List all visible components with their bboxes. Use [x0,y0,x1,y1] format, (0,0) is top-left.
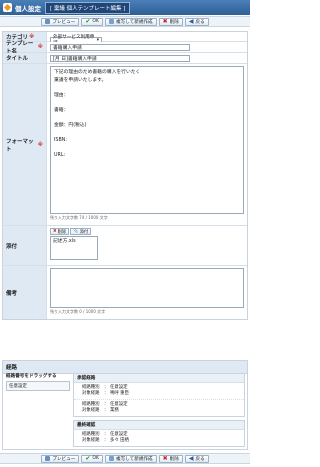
route-group-title: 承認経路 [74,374,244,383]
route-entry[interactable]: 経路種別：任意設定 対象経路：多々 田栖 [74,430,244,446]
required-mark: ※ [37,44,43,50]
remarks-textarea[interactable] [50,268,244,308]
route-group: 承認経路 経路種別：任意設定 対象経路：鳴呼 重臣 経路種別：任意設定 対象経路：業務 [73,373,245,417]
title-label: タイトル [3,53,47,63]
format-char-count: 残り入力文字数 74 / 1000 文字 [50,215,108,220]
route-draggable-item[interactable]: 任意設定 [6,381,70,391]
check-icon: ✔ [85,18,91,25]
paperclip-icon: 📎 [73,229,79,234]
format-line: ISBN: [54,137,67,143]
format-textarea[interactable]: 下記の理由のため書籍の購入を行いたく 稟議を申請いたします。 理由： 書籍： 金額：円(… [50,66,244,214]
format-line: 書籍： [54,107,69,113]
bottom-toolbar: プレビュー ✔ OK 複写して新規作成 ✖ 削除 ◀ 戻る [0,453,250,464]
settings-icon [3,3,12,12]
route-section: 経路 経路番号をドラッグする 任意設定 承認経路 経路種別：任意設定 対象経路：鳴呼… [2,360,248,450]
title-input[interactable]: [月 日]書籍購入申請 [50,55,190,62]
route-entry-value: 鳴呼 重臣 [110,391,129,396]
delete-button[interactable]: ✖ 削除 [158,17,183,26]
format-line [54,144,240,152]
format-line: 金額：円(税込) [54,122,87,128]
remarks-label: 備考 [3,266,47,319]
attachment-file[interactable]: 記述方.xls [53,239,76,244]
route-groups: 承認経路 経路種別：任意設定 対象経路：鳴呼 重臣 経路種別：任意設定 対象経路：業務最… [73,373,245,450]
format-line [54,84,240,92]
copy-icon [108,19,114,24]
back-arrow-icon: ◀ [188,455,194,462]
route-entry-key: 対象経路 [82,391,100,396]
delete-icon: ✖ [162,455,168,462]
format-line: 下記の理由のため書籍の購入を行いたく [54,70,141,75]
remarks-row: 備考 残り入力文字数 0 / 1000 文字 [3,266,247,319]
back-button[interactable]: ◀ 戻る [184,454,209,463]
route-entry[interactable]: 経路種別：任意設定 対象経路：業務 [74,400,244,416]
template-name-row: テンプレート名 ※ 書籍購入申請 [3,41,247,55]
preview-button[interactable]: プレビュー [41,454,80,463]
title-row: タイトル [月 日]書籍購入申請 [3,53,247,64]
attachment-delete-button[interactable]: ✖ 削除 [50,228,70,235]
category-row: カテゴリ※ 外部サービス利用申請▾ [3,32,247,46]
route-entry[interactable]: 経路種別：任意設定 対象経路：鳴呼 重臣 [74,383,244,400]
delete-button[interactable]: ✖ 削除 [158,454,183,463]
route-drag-label: 経路番号をドラッグする [6,374,57,379]
page-title: 個人設定 [15,4,41,13]
format-line [54,114,240,122]
preview-icon [45,456,51,461]
copy-new-button[interactable]: 複写して新規作成 [104,17,157,26]
format-line [54,99,240,107]
route-entry-value: 業務 [110,408,119,413]
route-entry-key: 対象経路 [82,438,100,443]
format-row: フォーマット ※ 下記の理由のため書籍の購入を行いたく 稟議を申請いたします。 理由：… [3,64,247,226]
attachment-add-button[interactable]: 📎 添付 [70,228,92,235]
ok-button[interactable]: ✔ OK [81,17,103,26]
template-form: カテゴリ※ 外部サービス利用申請▾ テンプレート名※ 書籍購入申請 タイトル [… [2,31,248,320]
remarks-char-count: 残り入力文字数 0 / 1000 文字 [50,309,106,314]
format-label: フォーマット ※ [3,64,47,225]
check-icon: ✔ [85,455,91,462]
route-entry-key: 対象経路 [82,408,100,413]
attachment-list[interactable]: 記述方.xls [50,236,98,260]
required-mark: ※ [37,141,43,148]
back-button[interactable]: ◀ 戻る [184,17,209,26]
attachment-row: 添付 ✖ 削除 📎 添付 記述方.xls [3,226,247,266]
format-line [54,129,240,137]
ok-button[interactable]: ✔ OK [81,454,103,463]
copy-new-button[interactable]: 複写して新規作成 [104,454,157,463]
route-entry-value: 多々 田栖 [110,438,129,443]
format-line: 理由： [54,92,69,98]
route-group: 最終確認 経路種別：任意設定 対象経路：多々 田栖 [73,420,245,447]
attachment-label: 添付 [3,226,47,265]
top-toolbar: プレビュー ✔ OK 複写して新規作成 ✖ 削除 ◀ 戻る [0,16,250,27]
app-header: 個人設定 [ 稟議 個人テンプレート編集 ] [0,0,250,15]
template-name-label: テンプレート名 ※ [3,41,47,55]
route-group-title: 最終確認 [74,421,244,430]
format-line: URL: [54,152,66,158]
format-line: 稟議を申請いたします。 [54,77,107,83]
page-subtitle: [ 稟議 個人テンプレート編集 ] [45,1,131,14]
template-name-input[interactable]: 書籍購入申請 [50,44,190,51]
preview-icon [45,19,51,24]
delete-icon: ✖ [53,229,57,234]
copy-icon [108,456,114,461]
delete-icon: ✖ [162,18,168,25]
preview-button[interactable]: プレビュー [41,17,80,26]
back-arrow-icon: ◀ [188,18,194,25]
